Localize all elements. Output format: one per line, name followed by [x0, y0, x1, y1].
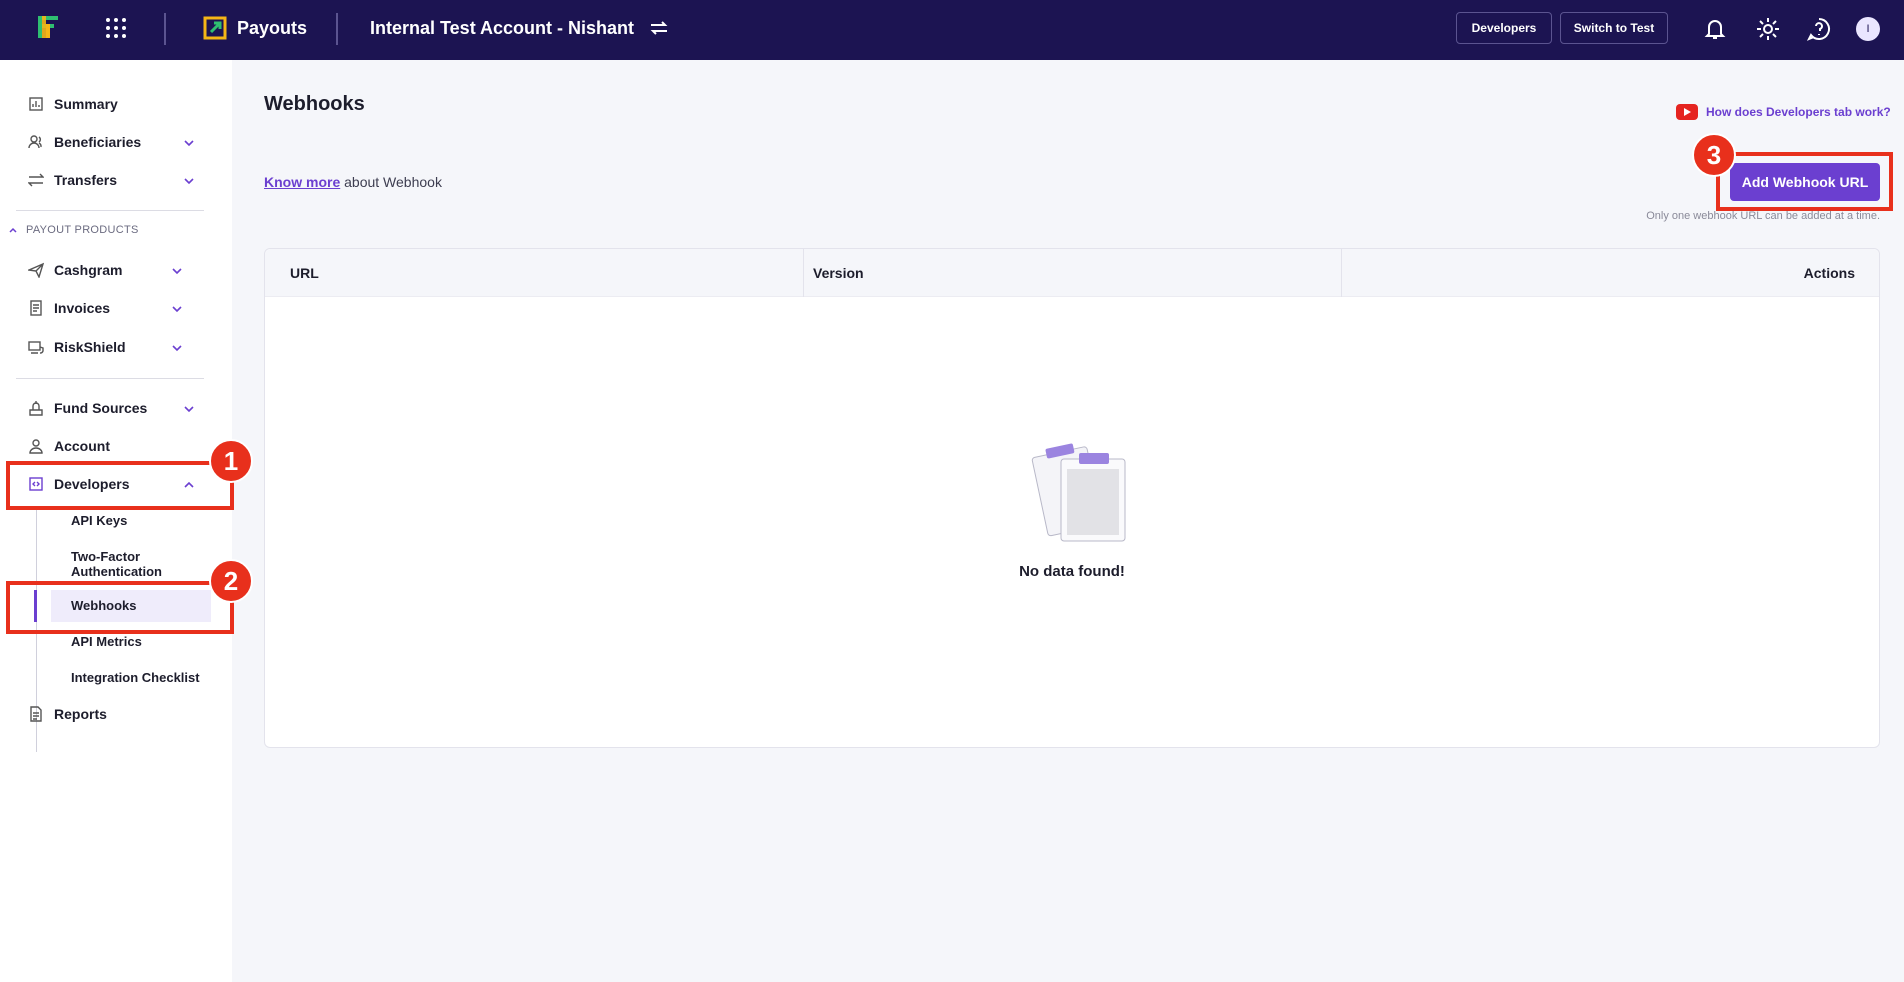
topbar-divider — [336, 13, 338, 45]
know-more-text: Know more about Webhook — [264, 174, 442, 190]
developers-button[interactable]: Developers — [1456, 12, 1552, 44]
sidebar-item-label: RiskShield — [54, 339, 126, 355]
callout-badge-2: 2 — [209, 559, 253, 603]
gear-icon[interactable] — [1755, 16, 1781, 42]
sidebar-item-account[interactable]: Account — [28, 432, 110, 460]
sidebar-divider — [16, 378, 204, 379]
help-link-text: How does Developers tab work? — [1706, 105, 1891, 119]
chevron-down-icon[interactable] — [170, 341, 184, 355]
sidebar-item-label: Transfers — [54, 172, 118, 188]
youtube-icon — [1676, 104, 1698, 120]
send-icon — [28, 262, 44, 278]
sidebar-item-reports[interactable]: Reports — [28, 700, 107, 728]
sidebar-item-summary[interactable]: Summary — [28, 90, 118, 118]
sidebar-item-riskshield[interactable]: RiskShield — [28, 333, 126, 361]
column-divider — [803, 249, 804, 297]
chevron-up-icon — [9, 227, 17, 233]
sidebar-subitem-api-keys[interactable]: API Keys — [71, 513, 127, 528]
column-header-version: Version — [813, 265, 864, 281]
switch-account-icon[interactable] — [648, 17, 670, 39]
users-icon — [28, 135, 42, 149]
chevron-down-icon[interactable] — [182, 174, 196, 188]
sidebar-subitem-api-metrics[interactable]: API Metrics — [71, 634, 142, 649]
empty-state-text: No data found! — [1019, 563, 1125, 580]
fund-icon — [29, 401, 43, 416]
sidebar-item-label: Invoices — [54, 300, 111, 316]
product-name: Payouts — [237, 17, 308, 38]
invoice-icon — [30, 300, 42, 316]
person-icon — [29, 439, 43, 454]
cashfree-logo[interactable] — [34, 12, 64, 42]
webhooks-table: URL Version Actions No data found! — [264, 248, 1880, 748]
sidebar-item-label: Beneficiaries — [54, 134, 142, 150]
callout-box-add-webhook — [1716, 152, 1893, 211]
sidebar-subitem-integration-checklist[interactable]: Integration Checklist — [71, 670, 200, 685]
help-video-link[interactable]: How does Developers tab work? — [1676, 104, 1891, 120]
bell-icon[interactable] — [1702, 16, 1728, 42]
sidebar-item-fund-sources[interactable]: Fund Sources — [28, 394, 147, 422]
callout-badge-1: 1 — [209, 439, 253, 483]
payouts-icon — [203, 16, 227, 40]
topbar-divider — [164, 13, 166, 45]
know-more-rest: about Webhook — [340, 174, 442, 190]
sidebar-item-invoices[interactable]: Invoices — [28, 294, 110, 322]
callout-box-developers — [6, 461, 234, 510]
column-header-url: URL — [290, 265, 319, 281]
sidebar-divider — [16, 210, 204, 211]
callout-box-webhooks — [6, 581, 234, 634]
shield-icon — [28, 341, 44, 354]
apps-grid-icon[interactable] — [104, 16, 128, 40]
chevron-down-icon[interactable] — [170, 302, 184, 316]
sidebar-item-transfers[interactable]: Transfers — [28, 166, 117, 194]
column-header-actions: Actions — [1803, 265, 1855, 281]
switch-to-test-button[interactable]: Switch to Test — [1560, 12, 1668, 44]
transfer-icon — [28, 173, 44, 187]
page-title: Webhooks — [264, 93, 365, 115]
sidebar-item-label: Account — [54, 438, 110, 454]
column-divider — [1341, 249, 1342, 297]
product-switcher[interactable]: Payouts — [203, 16, 307, 40]
sidebar-item-label: Fund Sources — [54, 400, 148, 416]
chevron-down-icon[interactable] — [170, 264, 184, 278]
table-header: URL Version Actions — [265, 249, 1879, 297]
sidebar-subitem-two-factor[interactable]: Two-Factor Authentication — [71, 549, 191, 579]
sidebar-item-label: Cashgram — [54, 262, 123, 278]
sidebar-item-label: Summary — [54, 96, 118, 112]
summary-icon — [29, 97, 43, 111]
report-icon — [30, 706, 42, 722]
callout-badge-3: 3 — [1692, 133, 1736, 177]
section-label: PAYOUT PRODUCTS — [26, 224, 139, 236]
know-more-link[interactable]: Know more — [264, 174, 340, 190]
sidebar-item-beneficiaries[interactable]: Beneficiaries — [28, 128, 141, 156]
sidebar: Summary Beneficiaries Transfers PAYOUT P… — [0, 60, 232, 982]
account-switcher[interactable]: Internal Test Account - Nishant — [370, 17, 670, 39]
chevron-down-icon[interactable] — [182, 402, 196, 416]
chevron-down-icon[interactable] — [182, 136, 196, 150]
sidebar-item-cashgram[interactable]: Cashgram — [28, 256, 122, 284]
account-name: Internal Test Account - Nishant — [370, 17, 635, 38]
webhook-limit-note: Only one webhook URL can be added at a t… — [1646, 210, 1880, 222]
sidebar-item-label: Reports — [54, 706, 107, 722]
avatar[interactable]: I — [1856, 17, 1880, 41]
top-bar: Payouts Internal Test Account - Nishant … — [0, 0, 1904, 60]
empty-clipboard-icon — [1031, 443, 1126, 542]
help-icon[interactable] — [1806, 16, 1832, 42]
section-payout-products[interactable]: PAYOUT PRODUCTS — [8, 224, 139, 236]
